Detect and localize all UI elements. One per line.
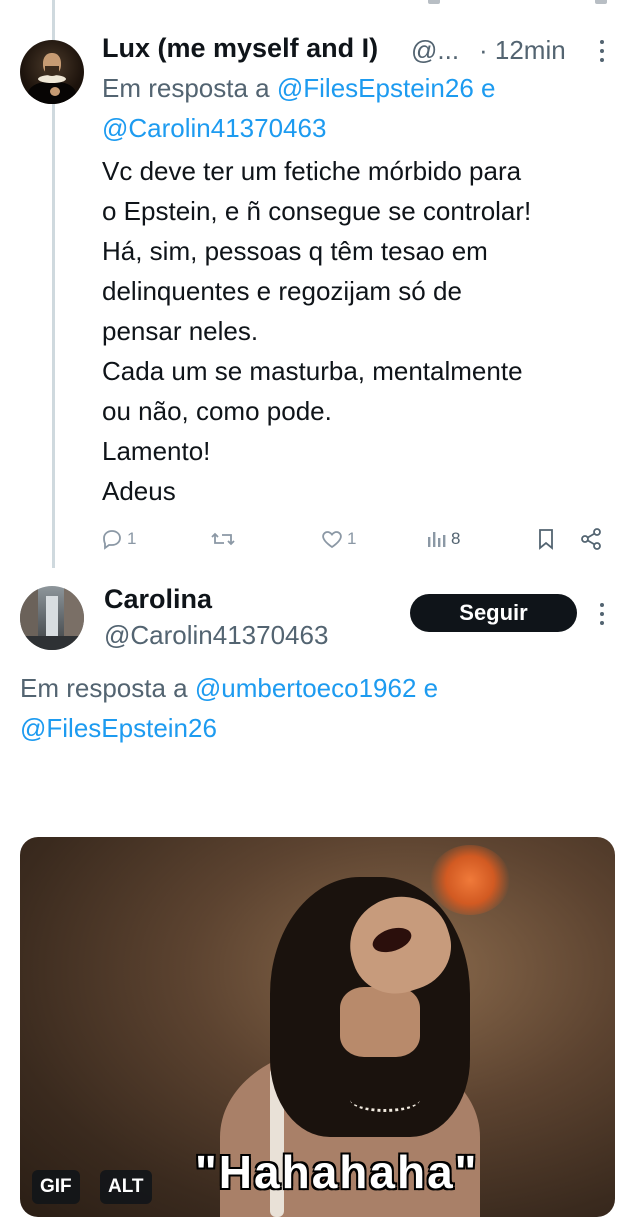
reply-count: 1 <box>127 529 137 548</box>
like-button[interactable]: 1 <box>320 522 356 556</box>
reply-context-line-2: @FilesEpstein26 <box>20 713 217 744</box>
author-name[interactable]: Lux (me myself and I) <box>102 33 378 64</box>
author-handle[interactable]: @Carolin41370463 <box>104 620 328 651</box>
tweet-text-line: delinquentes e regozijam só de <box>102 276 462 306</box>
tweet-text-line: o Epstein, e ñ consegue se controlar! <box>102 196 532 226</box>
reply-prefix: Em resposta a <box>20 673 188 703</box>
thread-line <box>52 100 55 568</box>
views-button[interactable]: 8 <box>426 522 460 556</box>
gif-media[interactable]: "Hahahaha" GIF ALT <box>20 837 615 1217</box>
mention-link[interactable]: @FilesEpstein26 <box>20 713 217 743</box>
thread-line-top <box>52 0 55 40</box>
gif-badge: GIF <box>32 1170 80 1204</box>
alt-badge[interactable]: ALT <box>100 1170 152 1204</box>
tweet-text-line: Lamento! <box>102 436 211 466</box>
tweet-text: Vc deve ter um fetiche mórbido para o Ep… <box>102 151 531 511</box>
avatar-carolina[interactable] <box>20 586 84 650</box>
views-count: 8 <box>451 529 461 548</box>
follow-button[interactable]: Seguir <box>410 594 577 632</box>
reply-context-line-2: @Carolin41370463 <box>102 113 326 144</box>
author-name[interactable]: Carolina <box>104 584 212 615</box>
mention-link[interactable]: @FilesEpstein26 <box>277 73 474 103</box>
mention-link[interactable]: @Carolin41370463 <box>102 113 326 143</box>
lamp <box>430 845 510 915</box>
repost-icon <box>211 532 235 546</box>
neck <box>340 987 420 1057</box>
more-options-icon[interactable] <box>599 601 605 627</box>
bookmark-icon <box>539 529 553 550</box>
share-icon <box>581 528 601 550</box>
mention-link[interactable]: @umbertoeco1962 <box>195 673 417 703</box>
reply-and: e <box>481 73 496 103</box>
tweet-text-line: Vc deve ter um fetiche mórbido para <box>102 156 522 186</box>
reply-icon <box>103 530 121 550</box>
tweet-time[interactable]: · 12min <box>479 35 566 66</box>
reply-and: e <box>423 673 439 703</box>
reply-context: Em resposta a @umbertoeco1962 e <box>20 673 438 704</box>
tweet-text-line: pensar neles. <box>102 316 259 346</box>
share-button[interactable] <box>579 522 603 556</box>
tweet-actions: 1 1 8 <box>100 522 610 556</box>
views-icon <box>428 532 446 547</box>
top-clipped-icons <box>0 0 635 10</box>
bookmark-button[interactable] <box>535 522 557 556</box>
tweet-text-line: ou não, como pode. <box>102 396 332 426</box>
repost-button[interactable] <box>210 522 239 556</box>
like-count: 1 <box>347 529 357 548</box>
author-handle[interactable]: @... <box>411 35 459 66</box>
avatar-lux[interactable] <box>20 40 84 104</box>
heart-icon <box>322 531 342 549</box>
tweet-text-line: Cada um se masturba, mentalmente <box>102 356 523 386</box>
necklace <box>350 1087 420 1112</box>
reply-button[interactable]: 1 <box>100 522 136 556</box>
gif-caption: "Hahahaha" <box>195 1146 479 1198</box>
more-options-icon[interactable] <box>599 38 605 64</box>
reply-context: Em resposta a @FilesEpstein26 e <box>102 73 496 104</box>
reply-prefix: Em resposta a <box>102 73 270 103</box>
tweet-text-line: Há, sim, pessoas q têm tesao em <box>102 236 488 266</box>
tweet-text-line: Adeus <box>102 476 176 506</box>
